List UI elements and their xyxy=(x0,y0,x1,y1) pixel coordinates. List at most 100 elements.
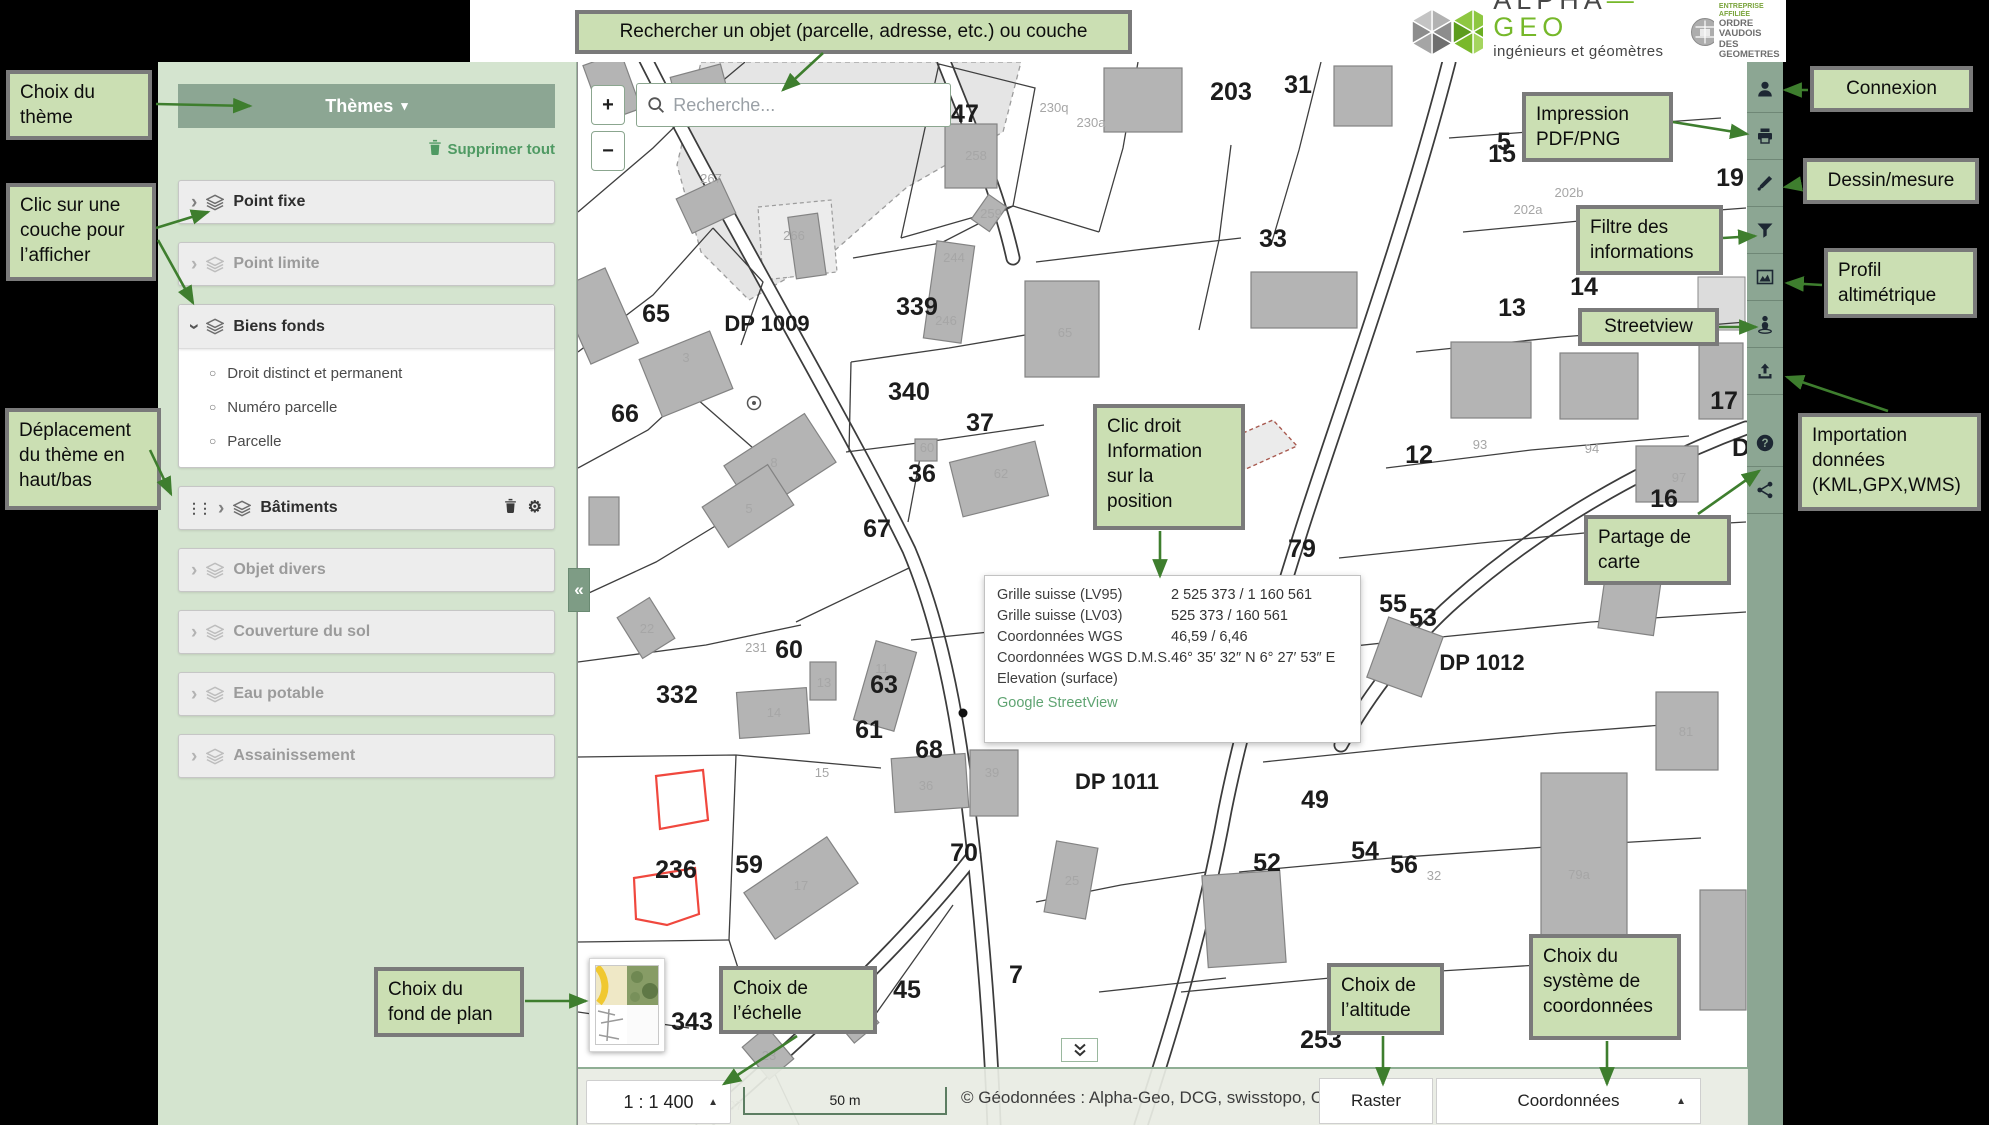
popup-row: Elevation (surface) xyxy=(997,669,1348,690)
trash-icon[interactable] xyxy=(504,498,517,518)
svg-text:81: 81 xyxy=(1679,724,1693,739)
layer-row-objet-divers[interactable]: › Objet divers xyxy=(178,548,555,592)
toolbar-button-brush[interactable] xyxy=(1747,160,1783,207)
svg-text:12: 12 xyxy=(1405,441,1433,469)
svg-text:36: 36 xyxy=(919,778,933,793)
layers-icon xyxy=(206,256,224,273)
layers-sidebar: Thèmes ▾ Supprimer tout ›Point fixe ›Poin… xyxy=(158,62,577,1125)
toolbar-button-printer[interactable] xyxy=(1747,113,1783,160)
chevron-right-icon: › xyxy=(191,255,197,274)
svg-text:70: 70 xyxy=(950,839,978,867)
help-icon: ? xyxy=(1755,433,1775,453)
share-icon xyxy=(1755,480,1775,500)
layer-row-point-fixe[interactable]: ›Point fixe xyxy=(178,180,555,224)
annotation-coord-system: Choix du système de coordonnées xyxy=(1529,934,1681,1040)
svg-text:230q: 230q xyxy=(1040,100,1069,115)
brand-name: ALPHA—GEO xyxy=(1493,0,1673,41)
layer-label: Couverture du sol xyxy=(233,623,370,641)
layer-row-couverture-du-sol[interactable]: › Couverture du sol xyxy=(178,610,555,654)
basemap-thumbnail-icon xyxy=(595,965,659,1045)
svg-text:63: 63 xyxy=(870,671,898,699)
svg-text:25: 25 xyxy=(1065,873,1079,888)
circle-bullet-icon: ○ xyxy=(209,400,216,414)
svg-text:55: 55 xyxy=(1379,590,1407,618)
svg-text:340: 340 xyxy=(888,378,930,406)
coordinate-system-select[interactable]: Coordonnées ▲ xyxy=(1436,1078,1701,1124)
layers-icon xyxy=(206,194,224,211)
svg-text:23: 23 xyxy=(762,1048,776,1063)
layer-row-batiments[interactable]: ⋮⋮›Bâtiments⚙ xyxy=(178,486,555,530)
layers-icon xyxy=(206,624,224,641)
caret-up-icon: ▲ xyxy=(1676,1096,1686,1107)
chevron-right-icon: › xyxy=(191,685,197,704)
trash-icon xyxy=(428,139,442,159)
themes-dropdown[interactable]: Thèmes ▾ xyxy=(178,84,555,128)
toolbar-button-streetview-pegman[interactable] xyxy=(1747,301,1783,348)
zoom-in-button[interactable]: + xyxy=(591,85,625,125)
svg-text:203: 203 xyxy=(1210,78,1252,106)
svg-text:62: 62 xyxy=(994,466,1008,481)
annotation-move-theme: Déplacement du thème en haut/bas xyxy=(5,408,161,510)
svg-text:17: 17 xyxy=(1710,387,1738,415)
sublayer-item[interactable]: ○Numéro parcelle xyxy=(209,390,554,424)
chevron-right-icon: › xyxy=(191,747,197,766)
zoom-out-button[interactable]: − xyxy=(591,131,625,171)
layer-row-biens-fonds[interactable]: › Biens fonds xyxy=(179,305,554,349)
popup-row: Coordonnées WGS46,59 / 6,46 xyxy=(997,627,1348,648)
toolbar-button-upload[interactable] xyxy=(1747,348,1783,395)
position-info-popup: Grille suisse (LV95)2 525 373 / 1 160 56… xyxy=(984,575,1361,743)
gear-icon[interactable]: ⚙ xyxy=(528,500,542,516)
svg-text:49: 49 xyxy=(1301,786,1329,814)
chevron-right-icon: › xyxy=(218,499,224,518)
layer-row-eau-potable[interactable]: ›Eau potable xyxy=(178,672,555,716)
popup-row: Coordonnées WGS D.M.S.46° 35′ 32″ N 6° 2… xyxy=(997,648,1348,669)
toolbar-button-help[interactable]: ? xyxy=(1747,420,1783,467)
toolbar-button-user[interactable] xyxy=(1747,66,1783,113)
layer-label: Assainissement xyxy=(233,747,355,765)
svg-text:52: 52 xyxy=(1253,849,1281,877)
layer-row-point-limite[interactable]: ›Point limite xyxy=(178,242,555,286)
svg-text:68: 68 xyxy=(915,736,943,764)
chevron-right-icon: › xyxy=(191,561,197,580)
svg-text:332: 332 xyxy=(656,681,698,709)
basemap-switcher[interactable] xyxy=(589,958,665,1052)
svg-text:267: 267 xyxy=(700,171,722,186)
google-streetview-link[interactable]: Google StreetView xyxy=(997,692,1348,714)
badge-line: ENTREPRISE AFFILIÉE xyxy=(1719,3,1786,19)
toolbar-button-share[interactable] xyxy=(1747,467,1783,514)
collapse-bottombar-button[interactable] xyxy=(1061,1038,1098,1062)
svg-text:33: 33 xyxy=(1259,225,1287,253)
caret-up-icon: ▲ xyxy=(708,1097,718,1108)
ordre-vaudois-badge: ENTREPRISE AFFILIÉE ORDRE VAUDOIS DES GE… xyxy=(1690,3,1786,61)
annotation-altitude: Choix de l’altitude xyxy=(1327,963,1444,1035)
drag-handle-icon[interactable]: ⋮⋮ xyxy=(187,500,209,517)
scale-select[interactable]: 1 : 1 400 ▲ xyxy=(586,1080,731,1124)
altitude-select[interactable]: Raster xyxy=(1319,1078,1433,1124)
svg-text:36: 36 xyxy=(908,460,936,488)
toolbar-button-elevation-chart[interactable] xyxy=(1747,254,1783,301)
layers-icon xyxy=(206,318,224,335)
chevron-down-icon: › xyxy=(185,323,204,329)
scalebar: 50 m xyxy=(743,1087,947,1115)
layer-label: Biens fonds xyxy=(233,318,325,336)
layer-row-assainissement[interactable]: › Assainissement xyxy=(178,734,555,778)
svg-text:79: 79 xyxy=(1288,535,1316,563)
circle-bullet-icon: ○ xyxy=(209,434,216,448)
annotation-draw: Dessin/mesure xyxy=(1803,158,1979,204)
svg-text:37: 37 xyxy=(966,409,994,437)
sublayer-item[interactable]: ○Parcelle xyxy=(209,424,554,458)
svg-text:259: 259 xyxy=(980,206,1002,221)
search-box xyxy=(636,83,951,127)
sidebar-collapse-button[interactable]: « xyxy=(568,568,590,612)
annotation-right-click: Clic droit Information sur la position xyxy=(1093,404,1245,530)
svg-text:8: 8 xyxy=(770,455,777,470)
sublayer-item[interactable]: ○Droit distinct et permanent xyxy=(209,356,554,390)
chevron-right-icon: › xyxy=(191,623,197,642)
svg-text:7: 7 xyxy=(1009,961,1023,989)
svg-text:65: 65 xyxy=(1058,325,1072,340)
clear-all-button[interactable]: Supprimer tout xyxy=(178,136,555,162)
toolbar-button-filter[interactable] xyxy=(1747,207,1783,254)
search-input[interactable] xyxy=(673,95,940,116)
map-attribution: © Géodonnées : Alpha-Geo, DCG, swisstopo… xyxy=(961,1069,1350,1125)
layer-label: Objet divers xyxy=(233,561,325,579)
